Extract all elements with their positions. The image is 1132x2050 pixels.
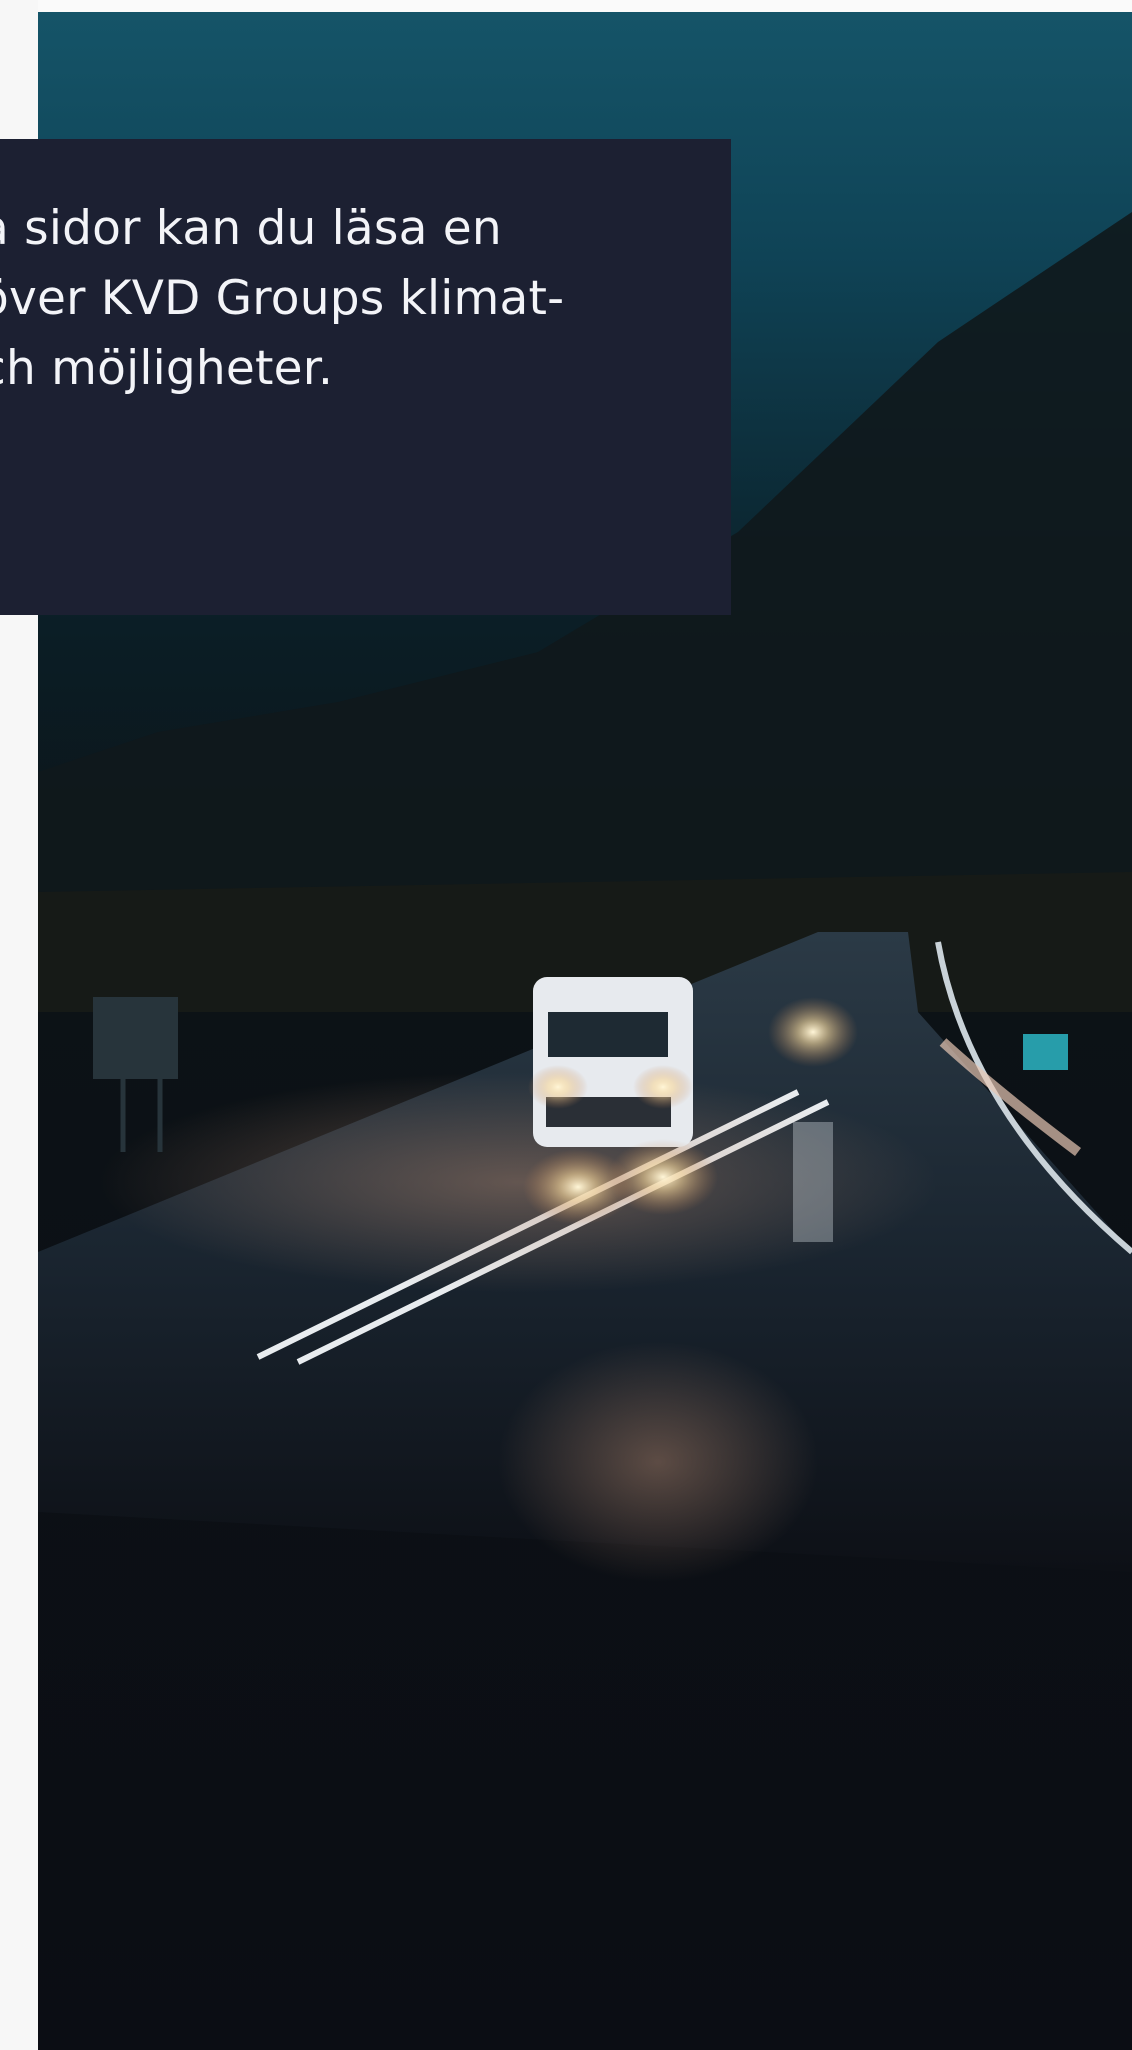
intro-paragraph: a sidor kan du läsa en över KVD Groups k…: [0, 201, 565, 396]
